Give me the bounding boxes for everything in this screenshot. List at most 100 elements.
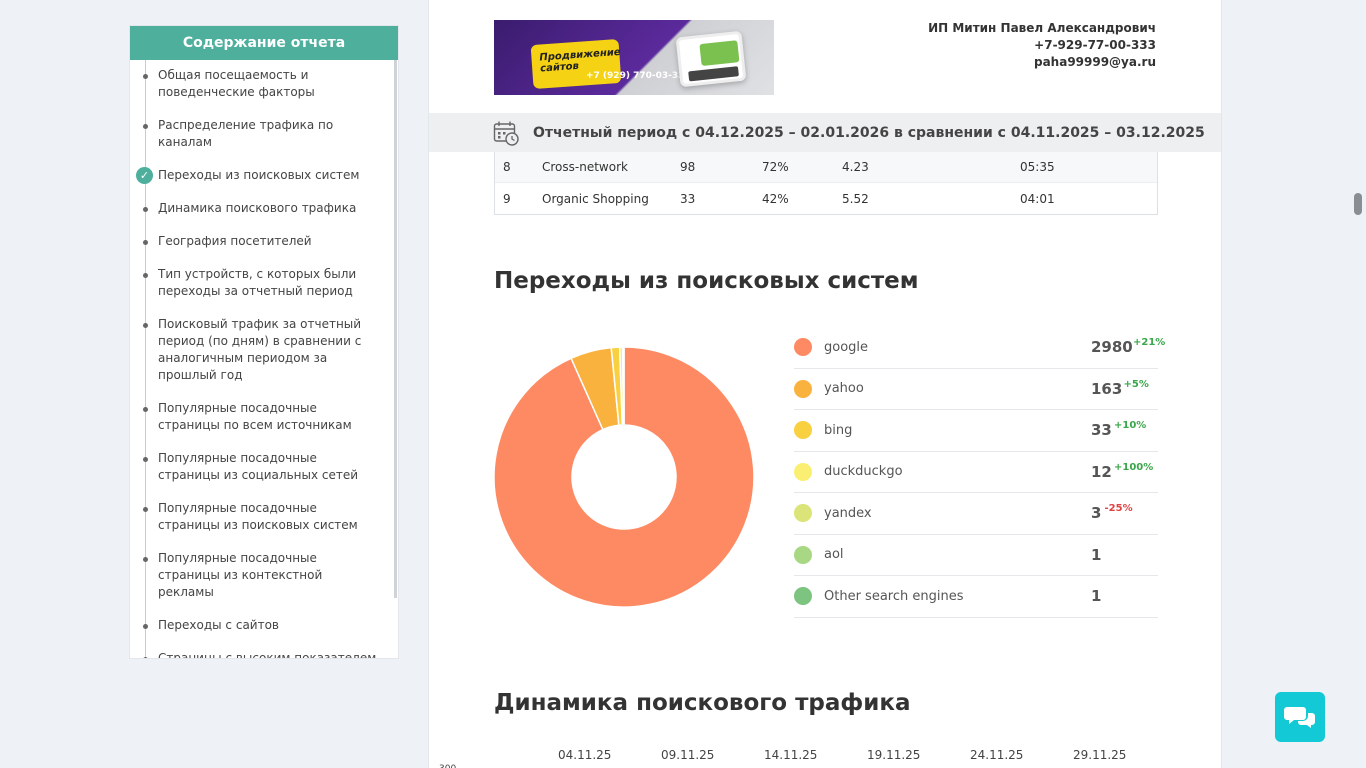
- toc-item-label: Страницы с высоким показателем отказов: [158, 651, 377, 658]
- search-engines-legend: google 2980 +21% yahoo 163 +5% bing 33 +10% duckd…: [794, 327, 1165, 618]
- legend-value: 1: [1091, 545, 1102, 564]
- legend-color-swatch: [794, 338, 812, 357]
- toc-item[interactable]: Популярные посадочные страницы из поиско…: [130, 500, 392, 534]
- check-icon: ✓: [136, 167, 153, 184]
- legend-label: aol: [824, 547, 844, 563]
- legend-row: yandex 3 -25%: [794, 493, 1158, 535]
- bullet-dot-icon: [143, 557, 148, 562]
- bullet-dot-icon: [143, 507, 148, 512]
- legend-change: +21%: [1133, 337, 1166, 348]
- legend-label: Other search engines: [824, 588, 964, 604]
- legend-row: bing 33 +10%: [794, 410, 1158, 452]
- toc-item-label: География посетителей: [158, 234, 312, 248]
- bullet-dot-icon: [143, 457, 148, 462]
- toc-item-label: Общая посещаемость и поведенческие факто…: [158, 68, 315, 99]
- toc-item[interactable]: Популярные посадочные страницы по всем и…: [130, 400, 392, 434]
- legend-value: 163: [1091, 379, 1123, 398]
- owner-name: ИП Митин Павел Александрович: [928, 21, 1156, 35]
- legend-value: 2980: [1091, 338, 1133, 357]
- promo-banner[interactable]: Продвижение сайтов +7 (929) 770-03-33: [494, 20, 774, 95]
- legend-color-swatch: [794, 421, 812, 440]
- banner-title: Продвижение сайтов: [530, 38, 622, 90]
- x-tick-label: 04.11.25: [558, 748, 612, 762]
- x-tick-label: 14.11.25: [764, 748, 818, 762]
- table-cell: Cross-network: [542, 160, 628, 174]
- toc-item[interactable]: География посетителей: [130, 233, 392, 250]
- legend-change: +5%: [1123, 378, 1149, 390]
- x-tick-label: 09.11.25: [661, 748, 715, 762]
- toc-item-label: Распределение трафика по каналам: [158, 118, 334, 149]
- toc-item-label: Популярные посадочные страницы из социал…: [158, 451, 359, 482]
- toc-item[interactable]: Страницы с высоким показателем отказов: [130, 650, 392, 658]
- search-engines-heading: Переходы из поисковых систем: [494, 268, 919, 294]
- toc-list: Общая посещаемость и поведенческие факто…: [130, 67, 392, 658]
- toc-item[interactable]: Распределение трафика по каналам: [130, 117, 392, 151]
- report-toc: Содержание отчета Общая посещаемость и п…: [129, 25, 399, 659]
- x-tick-label: 24.11.25: [970, 748, 1024, 762]
- legend-value: 12: [1091, 462, 1112, 481]
- page-scroll-thumb[interactable]: [1354, 193, 1362, 215]
- bullet-dot-icon: [143, 240, 148, 245]
- page-scrollbar[interactable]: [1350, 0, 1366, 768]
- legend-change: -25%: [1104, 503, 1133, 514]
- toc-item-label: Популярные посадочные страницы из поиско…: [158, 501, 358, 532]
- table-cell: 04:01: [1020, 191, 1055, 206]
- toc-item-label: Динамика поискового трафика: [158, 201, 357, 215]
- table-cell: Organic Shopping: [542, 191, 649, 206]
- bullet-dot-icon: [143, 207, 148, 212]
- dynamics-x-axis: 04.11.25 09.11.25 14.11.25 19.11.25 24.11.25…: [494, 748, 1158, 768]
- bullet-dot-icon: [143, 273, 148, 278]
- report-panel: Продвижение сайтов +7 (929) 770-03-33 ИП…: [428, 0, 1222, 768]
- toc-title: Содержание отчета: [130, 26, 398, 60]
- legend-label: duckduckgo: [824, 464, 903, 480]
- toc-item[interactable]: Поисковый трафик за отчетный период (по …: [130, 316, 392, 384]
- search-dynamics-heading: Динамика поискового трафика: [494, 690, 911, 716]
- toc-item[interactable]: Общая посещаемость и поведенческие факто…: [130, 67, 392, 101]
- search-engines-donut-chart: [494, 347, 754, 607]
- legend-color-swatch: [794, 504, 812, 523]
- dynamics-y-tick: 300: [439, 764, 456, 768]
- legend-change: +10%: [1114, 420, 1147, 431]
- legend-row: duckduckgo 12 +100%: [794, 452, 1158, 493]
- tablet-illustration: [675, 30, 747, 88]
- bullet-dot-icon: [143, 124, 148, 129]
- table-cell: 8: [503, 160, 511, 174]
- table-row: 8 Cross-network 98 72% 4.23 05:35: [495, 152, 1157, 182]
- table-cell: 98: [680, 160, 696, 174]
- table-cell: 4.23: [842, 160, 869, 174]
- table-cell: 5.52: [842, 191, 869, 206]
- legend-label: yahoo: [824, 381, 864, 397]
- legend-row: google 2980 +21%: [794, 327, 1165, 369]
- x-tick-label: 19.11.25: [867, 748, 921, 762]
- toc-item-label: Популярные посадочные страницы по всем и…: [158, 401, 352, 432]
- report-period-text: Отчетный период с 04.12.2025 – 02.01.202…: [533, 124, 1205, 141]
- toc-item-label: Переходы из поисковых систем: [158, 168, 360, 182]
- legend-color-swatch: [794, 545, 812, 564]
- legend-row: yahoo 163 +5%: [794, 369, 1158, 410]
- owner-phone: +7-929-77-00-333: [1034, 38, 1156, 52]
- toc-item[interactable]: Переходы с сайтов: [130, 617, 392, 634]
- chat-icon: [1284, 707, 1315, 728]
- owner-info: ИП Митин Павел Александрович +7-929-77-0…: [928, 20, 1156, 71]
- toc-item[interactable]: Популярные посадочные страницы из контек…: [130, 550, 392, 601]
- legend-label: yandex: [824, 505, 872, 521]
- chat-button[interactable]: [1275, 692, 1325, 742]
- table-cell: 42%: [762, 191, 789, 206]
- toc-item[interactable]: Тип устройств, с которых были переходы з…: [130, 266, 392, 300]
- legend-value: 1: [1091, 587, 1102, 606]
- bullet-dot-icon: [143, 407, 148, 412]
- toc-scrollbar[interactable]: [394, 60, 397, 598]
- channels-table: 8 Cross-network 98 72% 4.23 05:35 9 Orga…: [494, 152, 1158, 215]
- table-row: 9 Organic Shopping 33 42% 5.52 04:01: [495, 182, 1157, 214]
- table-cell: 05:35: [1020, 160, 1055, 174]
- toc-item-label: Переходы с сайтов: [158, 618, 280, 632]
- report-period-bar: Отчетный период с 04.12.2025 – 02.01.202…: [429, 113, 1221, 152]
- toc-item-label: Тип устройств, с которых были переходы з…: [158, 267, 357, 298]
- legend-color-swatch: [794, 379, 812, 398]
- banner-phone: +7 (929) 770-03-33: [586, 71, 685, 81]
- bullet-dot-icon: [143, 323, 148, 328]
- toc-item[interactable]: Популярные посадочные страницы из социал…: [130, 450, 392, 484]
- toc-item[interactable]: Динамика поискового трафика: [130, 200, 392, 217]
- toc-item[interactable]: ✓ Переходы из поисковых систем: [130, 167, 392, 184]
- toc-item-label: Популярные посадочные страницы из контек…: [158, 551, 323, 599]
